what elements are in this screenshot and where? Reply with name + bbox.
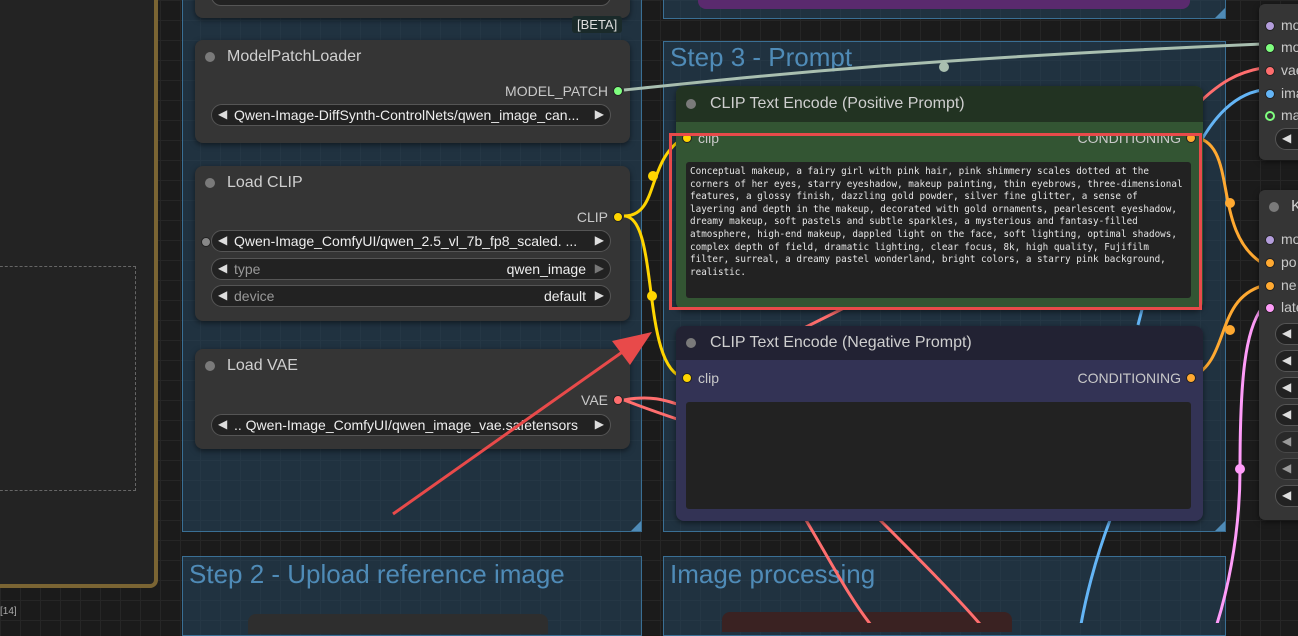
right-b-combo-0[interactable]: ◀ [1275,323,1298,345]
right-b-combo-3[interactable]: ◀ [1275,404,1298,426]
right-b-slot-2: ne [1281,277,1297,293]
collapse-dot[interactable] [1269,202,1279,212]
annotation-arrow [392,332,652,516]
right-b-combo-4[interactable]: ◀ [1275,431,1298,453]
right-b-combo-6[interactable]: ◀ [1275,485,1298,507]
right-b-combo-2[interactable]: ◀ [1275,377,1298,399]
right-a-slot-1: mo [1281,39,1298,55]
right-a-slot-2: vae [1281,62,1298,78]
right-a-slot-3: ima [1281,85,1298,101]
node-right-a[interactable]: mo mo vae ima ma ◀ [1259,4,1298,160]
right-b-combo-1[interactable]: ◀ [1275,350,1298,372]
right-a-slot-0: mo [1281,17,1298,33]
right-b-slot-1: po [1281,254,1297,270]
right-b-slot-0: mo [1281,231,1298,247]
node-right-b[interactable]: K mo po ne late ◀ ◀ ◀ ◀ ◀ ◀ ◀ [1259,190,1298,520]
right-a-slot-4: ma [1281,107,1298,123]
right-b-combo-5[interactable]: ◀ [1275,458,1298,480]
right-a-combo[interactable]: ◀ [1275,128,1298,150]
right-b-slot-3: late [1281,299,1298,315]
right-b-title: K [1291,198,1298,215]
